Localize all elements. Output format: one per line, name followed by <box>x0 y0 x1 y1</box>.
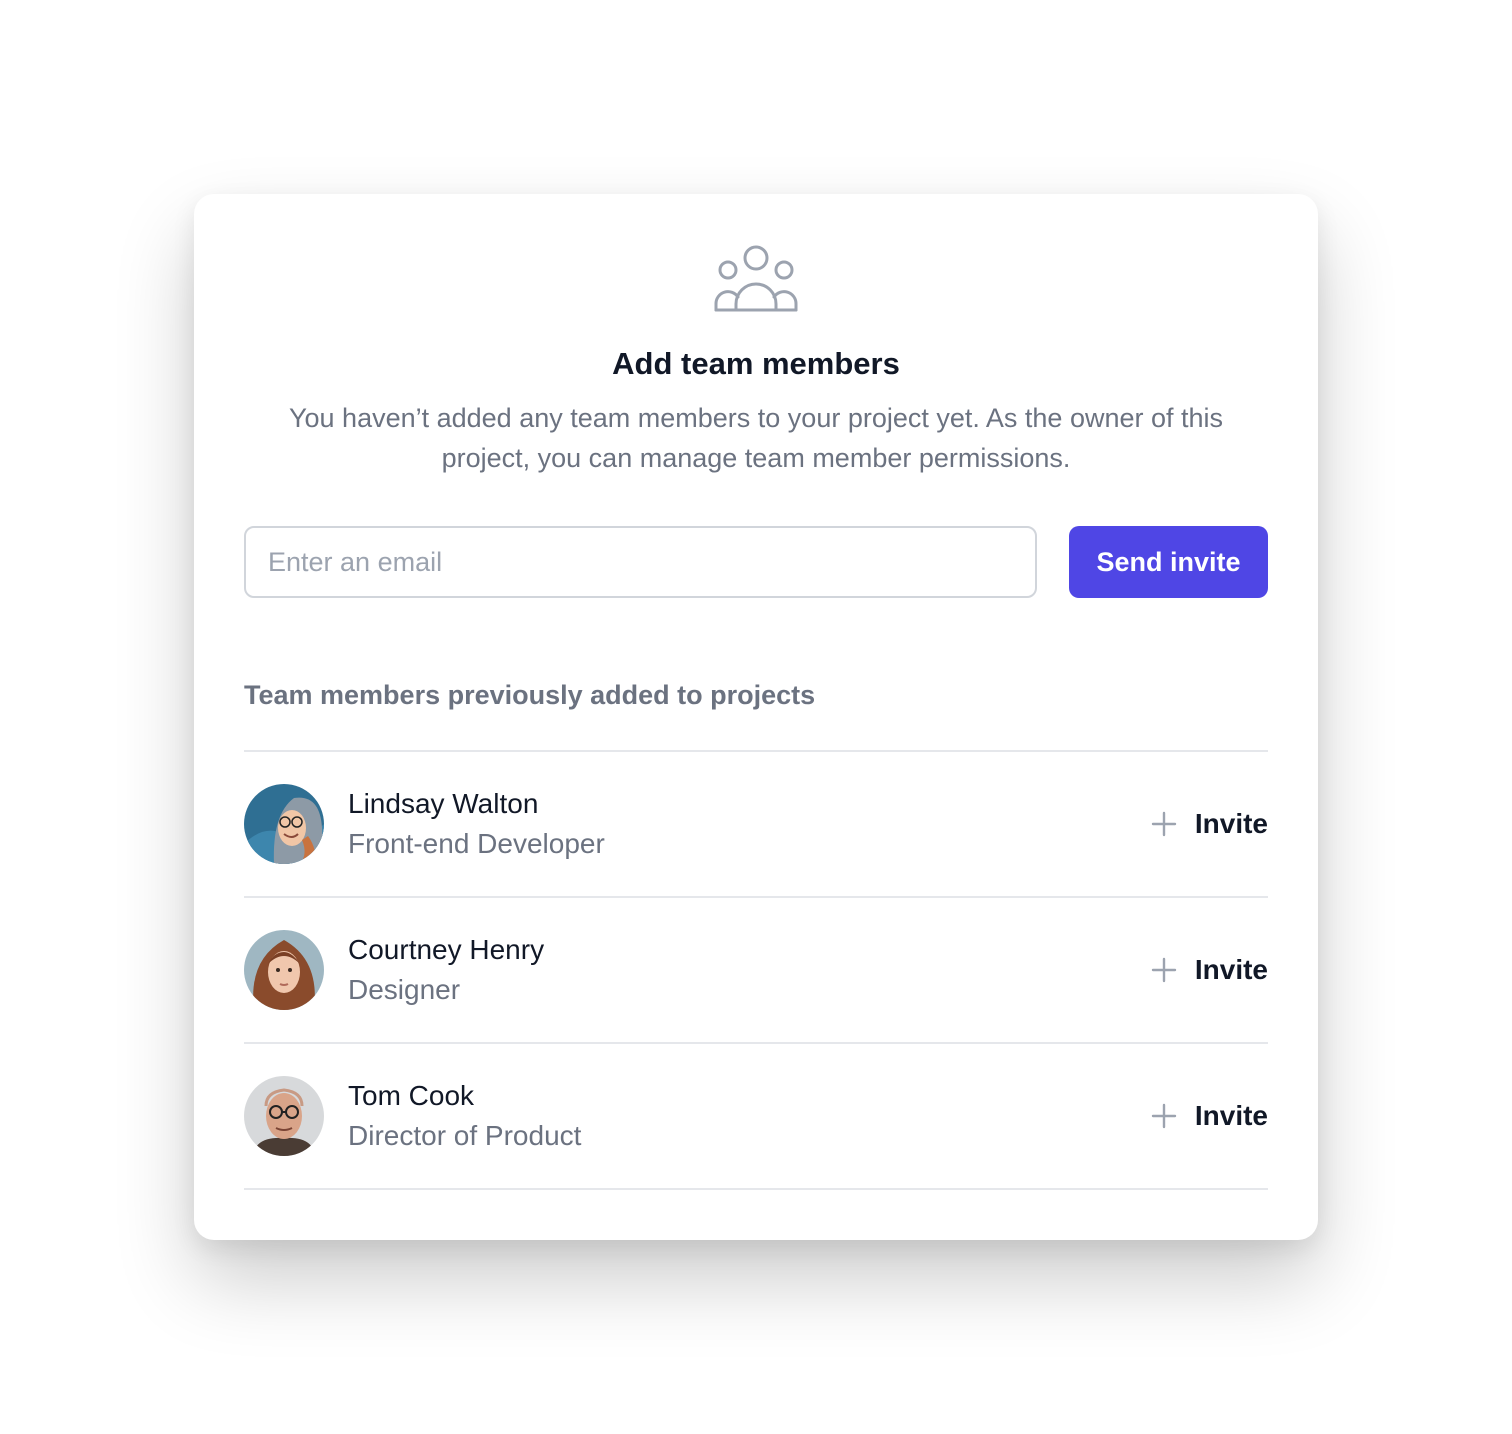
invite-label: Invite <box>1194 1100 1268 1131</box>
dialog-title: Add team members <box>612 346 900 381</box>
add-team-members-dialog: Add team members You haven’t added any t… <box>194 194 1318 1240</box>
list-item: Courtney Henry Designer Invite <box>244 898 1268 1044</box>
list-item: Lindsay Walton Front-end Developer Invit… <box>244 752 1268 898</box>
invite-button[interactable]: Invite <box>1151 1096 1268 1136</box>
member-role: Front-end Developer <box>348 828 605 859</box>
invite-button[interactable]: Invite <box>1151 950 1268 990</box>
user-group-icon <box>714 245 798 312</box>
member-name: Lindsay Walton <box>348 788 539 819</box>
section-heading: Team members previously added to project… <box>244 680 816 710</box>
invite-label: Invite <box>1194 808 1268 839</box>
list-item: Tom Cook Director of Product Invite <box>244 1044 1268 1190</box>
email-input[interactable] <box>244 526 1037 598</box>
plus-icon <box>1151 1103 1177 1129</box>
member-name: Tom Cook <box>348 1080 475 1111</box>
avatar <box>244 930 324 1010</box>
plus-icon <box>1151 811 1177 837</box>
avatar <box>244 1076 324 1156</box>
send-invite-button[interactable]: Send invite <box>1069 526 1268 598</box>
invite-button[interactable]: Invite <box>1151 804 1268 844</box>
plus-icon <box>1151 957 1177 983</box>
team-member-list: Lindsay Walton Front-end Developer Invit… <box>244 750 1268 1190</box>
dialog-description: You haven’t added any team members to yo… <box>288 403 1224 473</box>
member-role: Director of Product <box>348 1120 582 1151</box>
invite-label: Invite <box>1194 954 1268 985</box>
member-name: Courtney Henry <box>348 934 545 965</box>
avatar <box>244 784 324 864</box>
member-role: Designer <box>348 974 461 1005</box>
